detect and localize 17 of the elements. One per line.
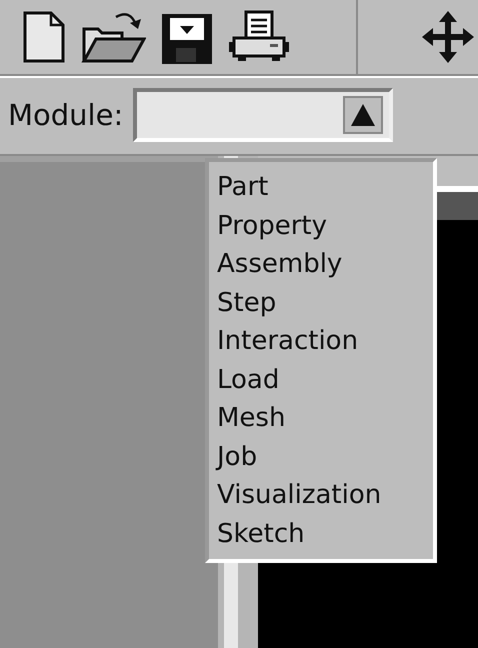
triangle-icon [349, 102, 378, 128]
module-dropdown[interactable] [133, 88, 394, 142]
menu-item[interactable]: Visualization [217, 476, 429, 514]
menu-item[interactable]: Sketch [217, 514, 429, 553]
menu-item[interactable]: Mesh [217, 399, 429, 438]
menu-item[interactable]: Interaction [217, 322, 429, 360]
new-file-icon[interactable] [22, 10, 66, 64]
four-way-arrow-icon[interactable] [420, 9, 476, 65]
menu-item[interactable]: Part [217, 168, 429, 206]
menu-item[interactable]: Step [217, 284, 429, 322]
printer-icon[interactable] [228, 10, 290, 64]
menu-item[interactable]: Property [217, 206, 429, 245]
dropdown-toggle[interactable] [343, 96, 384, 134]
menu-item[interactable]: Assembly [217, 245, 429, 284]
module-label: Module: [8, 98, 124, 132]
menu-item[interactable]: Load [217, 360, 429, 399]
menu-item[interactable]: Job [217, 438, 429, 476]
